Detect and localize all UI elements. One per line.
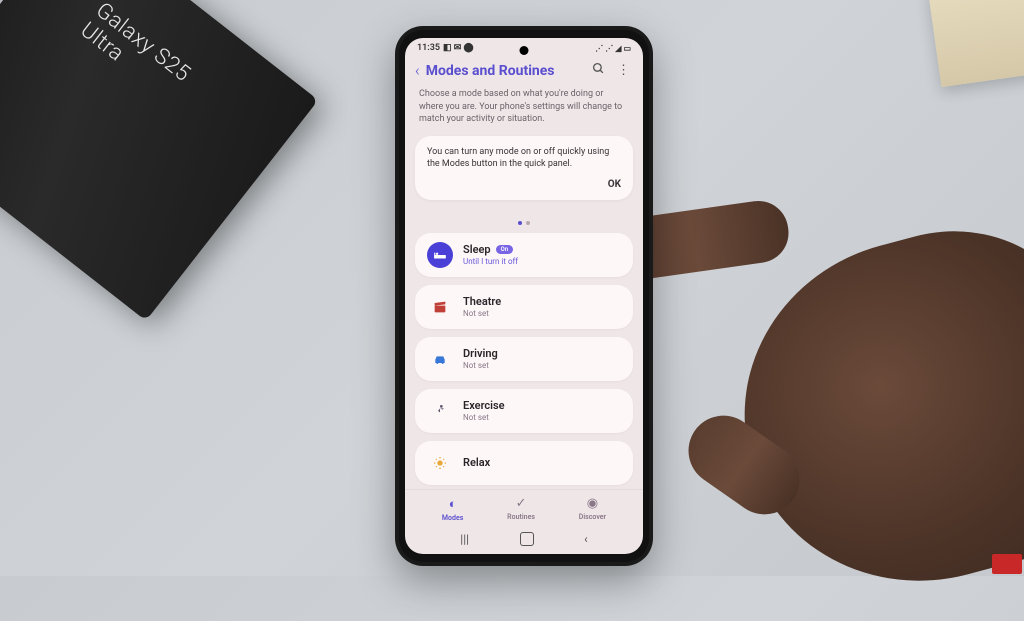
mode-label: Exercise (463, 399, 505, 412)
back-button[interactable]: ‹ (415, 61, 420, 80)
clapper-icon (427, 294, 453, 320)
mode-item-sleep[interactable]: Sleep On Until I turn it off (415, 233, 633, 277)
discover-icon: ◉ (587, 496, 598, 511)
status-battery-icon: ▭ (623, 44, 631, 53)
home-button[interactable] (520, 532, 534, 546)
tab-routines[interactable]: ✓ Routines (507, 496, 535, 522)
tip-ok-button[interactable]: OK (427, 179, 621, 190)
modes-icon: ◐ (449, 496, 457, 512)
sd-card (992, 554, 1022, 574)
mode-subtitle: Not set (463, 361, 621, 370)
mode-label: Sleep (463, 243, 491, 256)
mode-label: Driving (463, 347, 498, 360)
status-notif-icon: ◧ ✉ ⬤ (443, 43, 474, 53)
mode-list: Sleep On Until I turn it off Theatre Not… (405, 233, 643, 489)
mode-item-relax[interactable]: Relax (415, 441, 633, 485)
status-time: 11:35 (417, 43, 440, 53)
more-icon[interactable]: ⋮ (614, 63, 633, 78)
app-header: ‹ Modes and Routines ⋮ (405, 55, 643, 86)
product-box: Galaxy S25 Ultra (0, 0, 318, 321)
status-signal-icon: ⋰ ⋰ ◢ (595, 44, 621, 53)
tip-card: You can turn any mode on or off quickly … (415, 136, 633, 200)
tab-modes[interactable]: ◐ Modes (442, 496, 463, 522)
recents-button[interactable]: ||| (460, 532, 469, 546)
wooden-block (928, 0, 1024, 87)
search-icon[interactable] (589, 62, 608, 79)
mode-item-theatre[interactable]: Theatre Not set (415, 285, 633, 329)
mode-badge: On (496, 245, 514, 254)
mode-item-driving[interactable]: Driving Not set (415, 337, 633, 381)
camera-hole (520, 46, 529, 55)
mode-label: Theatre (463, 295, 501, 308)
bed-icon (427, 242, 453, 268)
mode-item-exercise[interactable]: Exercise Not set (415, 389, 633, 433)
routines-icon: ✓ (516, 496, 527, 511)
page-indicator (405, 204, 643, 233)
phone-screen: 11:35 ◧ ✉ ⬤ ⋰ ⋰ ◢ ▭ ‹ Modes and Routines… (405, 38, 643, 554)
tab-discover[interactable]: ◉ Discover (579, 496, 606, 522)
mode-subtitle: Not set (463, 413, 621, 422)
box-label: Galaxy S25 Ultra (76, 0, 225, 130)
tip-text: You can turn any mode on or off quickly … (427, 146, 621, 171)
sun-icon (427, 450, 453, 476)
system-nav: ||| ‹ (405, 526, 643, 554)
mode-subtitle: Until I turn it off (463, 257, 621, 266)
hand (624, 120, 1024, 600)
page-subtitle: Choose a mode based on what you're doing… (405, 86, 643, 132)
mode-subtitle: Not set (463, 309, 621, 318)
phone-frame: 11:35 ◧ ✉ ⬤ ⋰ ⋰ ◢ ▭ ‹ Modes and Routines… (395, 26, 653, 566)
run-icon (427, 398, 453, 424)
mode-label: Relax (463, 456, 490, 469)
car-icon (427, 346, 453, 372)
bottom-nav: ◐ Modes ✓ Routines ◉ Discover (405, 489, 643, 526)
sys-back-button[interactable]: ‹ (584, 532, 588, 546)
page-title: Modes and Routines (426, 63, 583, 79)
